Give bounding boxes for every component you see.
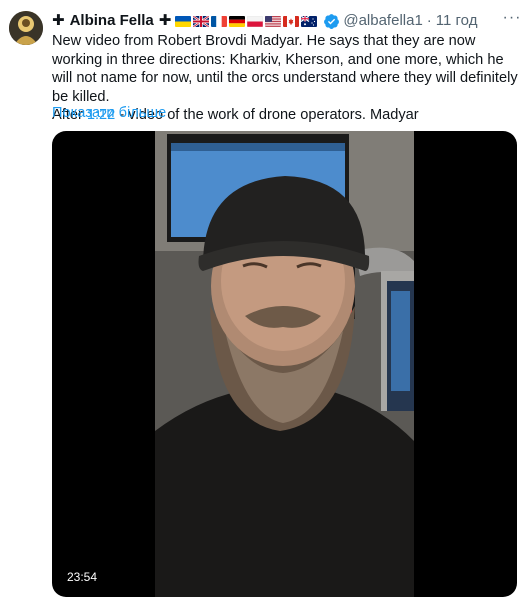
uk-flag-icon [193, 15, 210, 27]
video-player[interactable]: 23:54 [52, 131, 517, 597]
france-flag-icon [211, 15, 228, 27]
verified-badge-icon [323, 13, 340, 30]
display-name[interactable]: Albina Fella [70, 11, 154, 31]
show-more-link[interactable]: Показати більше [52, 104, 166, 123]
name-cross-prefix: ✚ [52, 12, 65, 29]
more-options-icon[interactable]: ··· [502, 10, 522, 30]
poland-flag-icon [247, 15, 264, 27]
separator-dot: · [426, 12, 432, 29]
usa-flag-icon [265, 15, 282, 27]
tweet-header: ✚ Albina Fella ✚ @albafella1 · 11 год [52, 11, 477, 31]
tweet-text-paragraph-1: New video from Robert Brovdi Madyar. He … [52, 33, 518, 105]
flag-list [175, 15, 318, 27]
user-handle[interactable]: @albafella1 [343, 11, 422, 31]
video-duration: 23:54 [63, 568, 102, 586]
germany-flag-icon [229, 15, 246, 27]
ukraine-flag-icon [175, 15, 192, 27]
australia-flag-icon [301, 15, 318, 27]
name-cross-suffix: ✚ [158, 12, 172, 29]
video-thumbnail[interactable] [155, 131, 414, 597]
timestamp-link[interactable]: 11 год [436, 11, 478, 31]
avatar[interactable] [9, 11, 43, 45]
tweet[interactable]: ✚ Albina Fella ✚ @albafella1 · 11 год ··… [0, 0, 532, 607]
canada-flag-icon [283, 15, 300, 27]
